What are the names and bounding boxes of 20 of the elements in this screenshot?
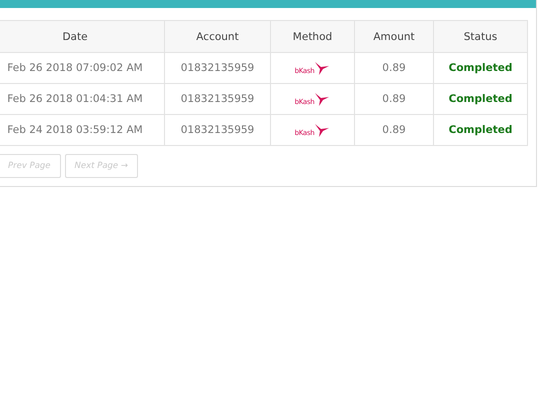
- date-cell: Feb 24 2018 03:59:12 AM: [0, 114, 164, 146]
- account-cell: 01832135959: [164, 114, 270, 146]
- column-header: Account: [164, 20, 270, 52]
- amount-cell: 0.89: [354, 84, 434, 114]
- date-cell: Feb 26 2018 01:04:31 AM: [0, 84, 164, 114]
- bird-logo-icon: [314, 60, 330, 74]
- column-header: Date: [0, 20, 164, 52]
- account-cell: 01832135959: [164, 52, 270, 84]
- status-cell: Completed: [434, 114, 528, 146]
- column-header: Status: [434, 20, 528, 52]
- column-header: Method: [270, 20, 354, 52]
- bird-logo-icon: [314, 122, 330, 136]
- status-cell: Completed: [434, 52, 528, 84]
- amount-cell: 0.89: [354, 52, 434, 84]
- date-cell: Feb 26 2018 07:09:02 AM: [0, 52, 164, 84]
- account-cell: 01832135959: [164, 84, 270, 114]
- status-cell: Completed: [434, 84, 528, 114]
- column-header: Amount: [354, 20, 434, 52]
- bird-logo-icon: [314, 92, 330, 106]
- amount-cell: 0.89: [354, 114, 434, 146]
